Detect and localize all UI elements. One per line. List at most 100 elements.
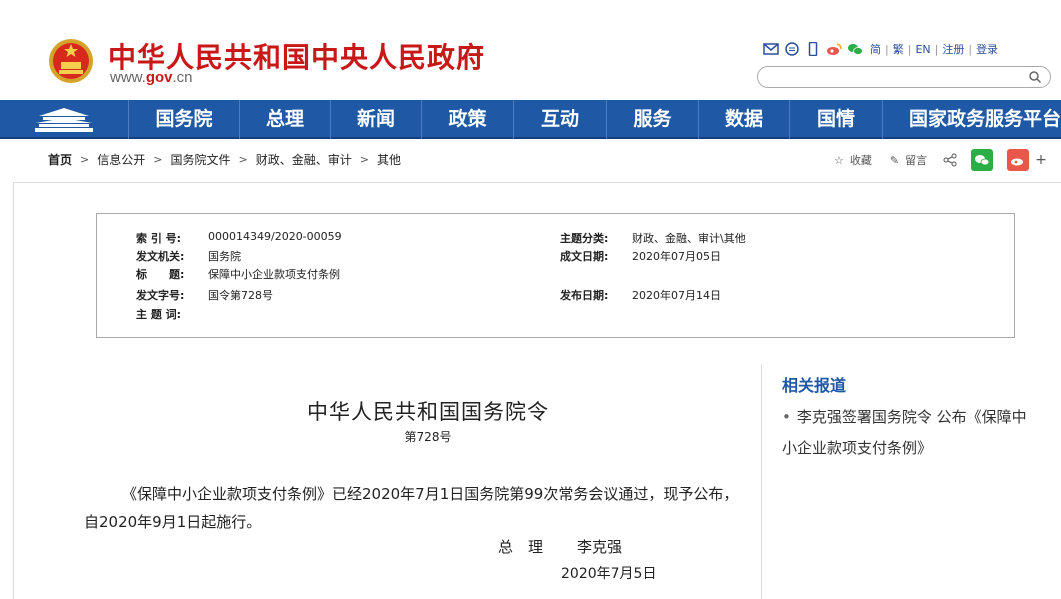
- nav-shuju[interactable]: 数据: [698, 100, 789, 139]
- signature: 总 理 李克强: [498, 536, 622, 557]
- nav-guoqing[interactable]: 国情: [789, 100, 882, 139]
- star-icon[interactable]: ☆: [834, 154, 844, 167]
- meta-value: 保障中小企业款项支付条例: [208, 268, 340, 281]
- more-icon[interactable]: +: [1035, 152, 1047, 168]
- url-gov: gov: [145, 69, 173, 86]
- breadcrumb: 首页 > 信息公开 > 国务院文件 > 财政、金融、审计 > 其他: [48, 151, 401, 168]
- meta-key: 发布日期:: [560, 289, 609, 302]
- meta-value: 2020年07月05日: [632, 250, 721, 263]
- nav-label: 数据: [724, 108, 763, 130]
- site-url[interactable]: www.gov.cn: [110, 69, 193, 86]
- meta-value: 财政、金融、审计\其他: [632, 232, 746, 245]
- breadcrumb-finance[interactable]: 财政、金融、审计: [256, 151, 352, 168]
- nav-guowuyuan[interactable]: 国务院: [128, 100, 239, 139]
- breadcrumb-other[interactable]: 其他: [377, 151, 401, 168]
- weibo-icon[interactable]: [826, 42, 842, 56]
- sign-title: 总 理: [498, 538, 544, 556]
- lang-traditional[interactable]: 繁: [893, 41, 904, 57]
- weibo-share-icon[interactable]: [1007, 149, 1030, 171]
- meta-index: 索 引 号: 000014349/2020-00059: [136, 230, 342, 246]
- meta-category: 主题分类: 财政、金融、审计\其他: [560, 230, 746, 246]
- document-title: 中华人民共和国国务院令: [307, 400, 549, 424]
- nav-label: 新闻: [356, 108, 395, 130]
- search-icon[interactable]: [1028, 70, 1042, 84]
- breadcrumb-sep: >: [80, 153, 90, 166]
- nav-hudong[interactable]: 互动: [513, 100, 606, 139]
- meta-title: 标 题: 保障中小企业款项支付条例: [136, 266, 340, 282]
- document-meta-table: 索 引 号: 000014349/2020-00059 发文机关: 国务院 标 题:…: [96, 213, 1015, 338]
- header-tools: 简 | 繁 | EN | 注册 | 登录: [763, 40, 998, 58]
- search-input[interactable]: [770, 69, 1010, 85]
- national-emblem-icon[interactable]: [48, 38, 94, 84]
- mobile-icon[interactable]: [805, 42, 821, 56]
- nav-label: 互动: [540, 108, 579, 130]
- lang-english[interactable]: EN: [915, 43, 930, 56]
- meta-created: 成文日期: 2020年07月05日: [560, 248, 721, 264]
- breadcrumb-sep: >: [153, 153, 163, 166]
- document-number: 第728号: [404, 430, 452, 444]
- meta-published: 发布日期: 2020年07月14日: [560, 287, 721, 303]
- meta-key: 成文日期:: [560, 250, 609, 263]
- lang-simplified[interactable]: 简: [870, 41, 881, 57]
- breadcrumb-home[interactable]: 首页: [48, 151, 72, 168]
- nav-label: 服务: [633, 108, 672, 130]
- meta-key: 标 题:: [136, 268, 185, 281]
- nav-home[interactable]: [0, 100, 128, 139]
- nav-xinwen[interactable]: 新闻: [330, 100, 421, 139]
- separator: |: [885, 42, 889, 56]
- meta-key: 索 引 号:: [136, 232, 182, 245]
- search-box: [757, 66, 1051, 88]
- breadcrumb-docs[interactable]: 国务院文件: [170, 151, 230, 168]
- nav-label: 总理: [265, 108, 304, 130]
- related-report-item[interactable]: • 李克强签署国务院令 公布《保障中小企业款项支付条例》: [782, 402, 1032, 464]
- bullet: •: [782, 408, 791, 426]
- separator: |: [968, 42, 973, 56]
- separator: |: [934, 42, 939, 56]
- pen-icon[interactable]: ✎: [890, 154, 899, 167]
- site-header: 中华人民共和国中央人民政府 www.gov.cn 简 | 繁 | EN | 注册 | 登…: [0, 0, 1061, 100]
- sidebar-divider: [761, 364, 762, 599]
- meta-value: 国令第728号: [208, 289, 273, 302]
- meta-key: 发文机关:: [136, 250, 185, 263]
- meta-value: 2020年07月14日: [632, 289, 721, 302]
- share-bar: ☆ 收藏 ✎ 留言 +: [834, 149, 1047, 171]
- login-link[interactable]: 登录: [976, 41, 998, 57]
- collect-link[interactable]: 收藏: [850, 152, 872, 168]
- nav-service-platform[interactable]: 国家政务服务平台: [882, 100, 1061, 139]
- wechat-share-icon[interactable]: [971, 149, 994, 171]
- related-report-link[interactable]: 李克强签署国务院令 公布《保障中小企业款项支付条例》: [782, 408, 1027, 457]
- language-links: 简 | 繁 | EN | 注册 | 登录: [870, 41, 998, 57]
- nav-label: 国务院: [155, 108, 213, 130]
- nav-label: 国情: [816, 108, 855, 130]
- url-prefix: www.: [110, 69, 146, 86]
- mail-icon[interactable]: [763, 42, 779, 56]
- message-icon[interactable]: [784, 42, 800, 56]
- meta-value: 国务院: [208, 250, 241, 263]
- meta-doc-no: 发文字号: 国令第728号: [136, 287, 273, 303]
- document-body: 《保障中小企业款项支付条例》已经2020年7月1日国务院第99次常务会议通过，现…: [84, 485, 739, 531]
- meta-key: 主题分类:: [560, 232, 609, 245]
- tiananmen-icon: [35, 107, 93, 132]
- separator: |: [907, 42, 912, 56]
- wechat-icon[interactable]: [847, 42, 863, 56]
- nav-fuwu[interactable]: 服务: [606, 100, 698, 139]
- comment-link[interactable]: 留言: [905, 152, 927, 168]
- main-nav: 国务院 总理 新闻 政策 互动 服务 数据 国情 国家政务服务平台: [0, 100, 1061, 139]
- nav-label: 国家政务服务平台: [909, 108, 1061, 130]
- url-suffix: .cn: [172, 69, 193, 86]
- share-icon[interactable]: [943, 153, 957, 167]
- meta-key: 主 题 词:: [136, 308, 182, 321]
- nav-zhengce[interactable]: 政策: [421, 100, 513, 139]
- nav-zongli[interactable]: 总理: [239, 100, 330, 139]
- meta-key: 发文字号:: [136, 289, 185, 302]
- register-link[interactable]: 注册: [942, 41, 964, 57]
- breadcrumb-info[interactable]: 信息公开: [97, 151, 145, 168]
- breadcrumb-sep: >: [238, 153, 248, 166]
- nav-label: 政策: [448, 108, 487, 130]
- related-reports-title: 相关报道: [782, 376, 847, 395]
- sign-date: 2020年7月5日: [561, 566, 657, 582]
- sign-name: 李克强: [577, 538, 623, 556]
- meta-issuer: 发文机关: 国务院: [136, 248, 241, 264]
- meta-keywords: 主 题 词:: [136, 306, 208, 322]
- meta-value: 000014349/2020-00059: [208, 230, 342, 243]
